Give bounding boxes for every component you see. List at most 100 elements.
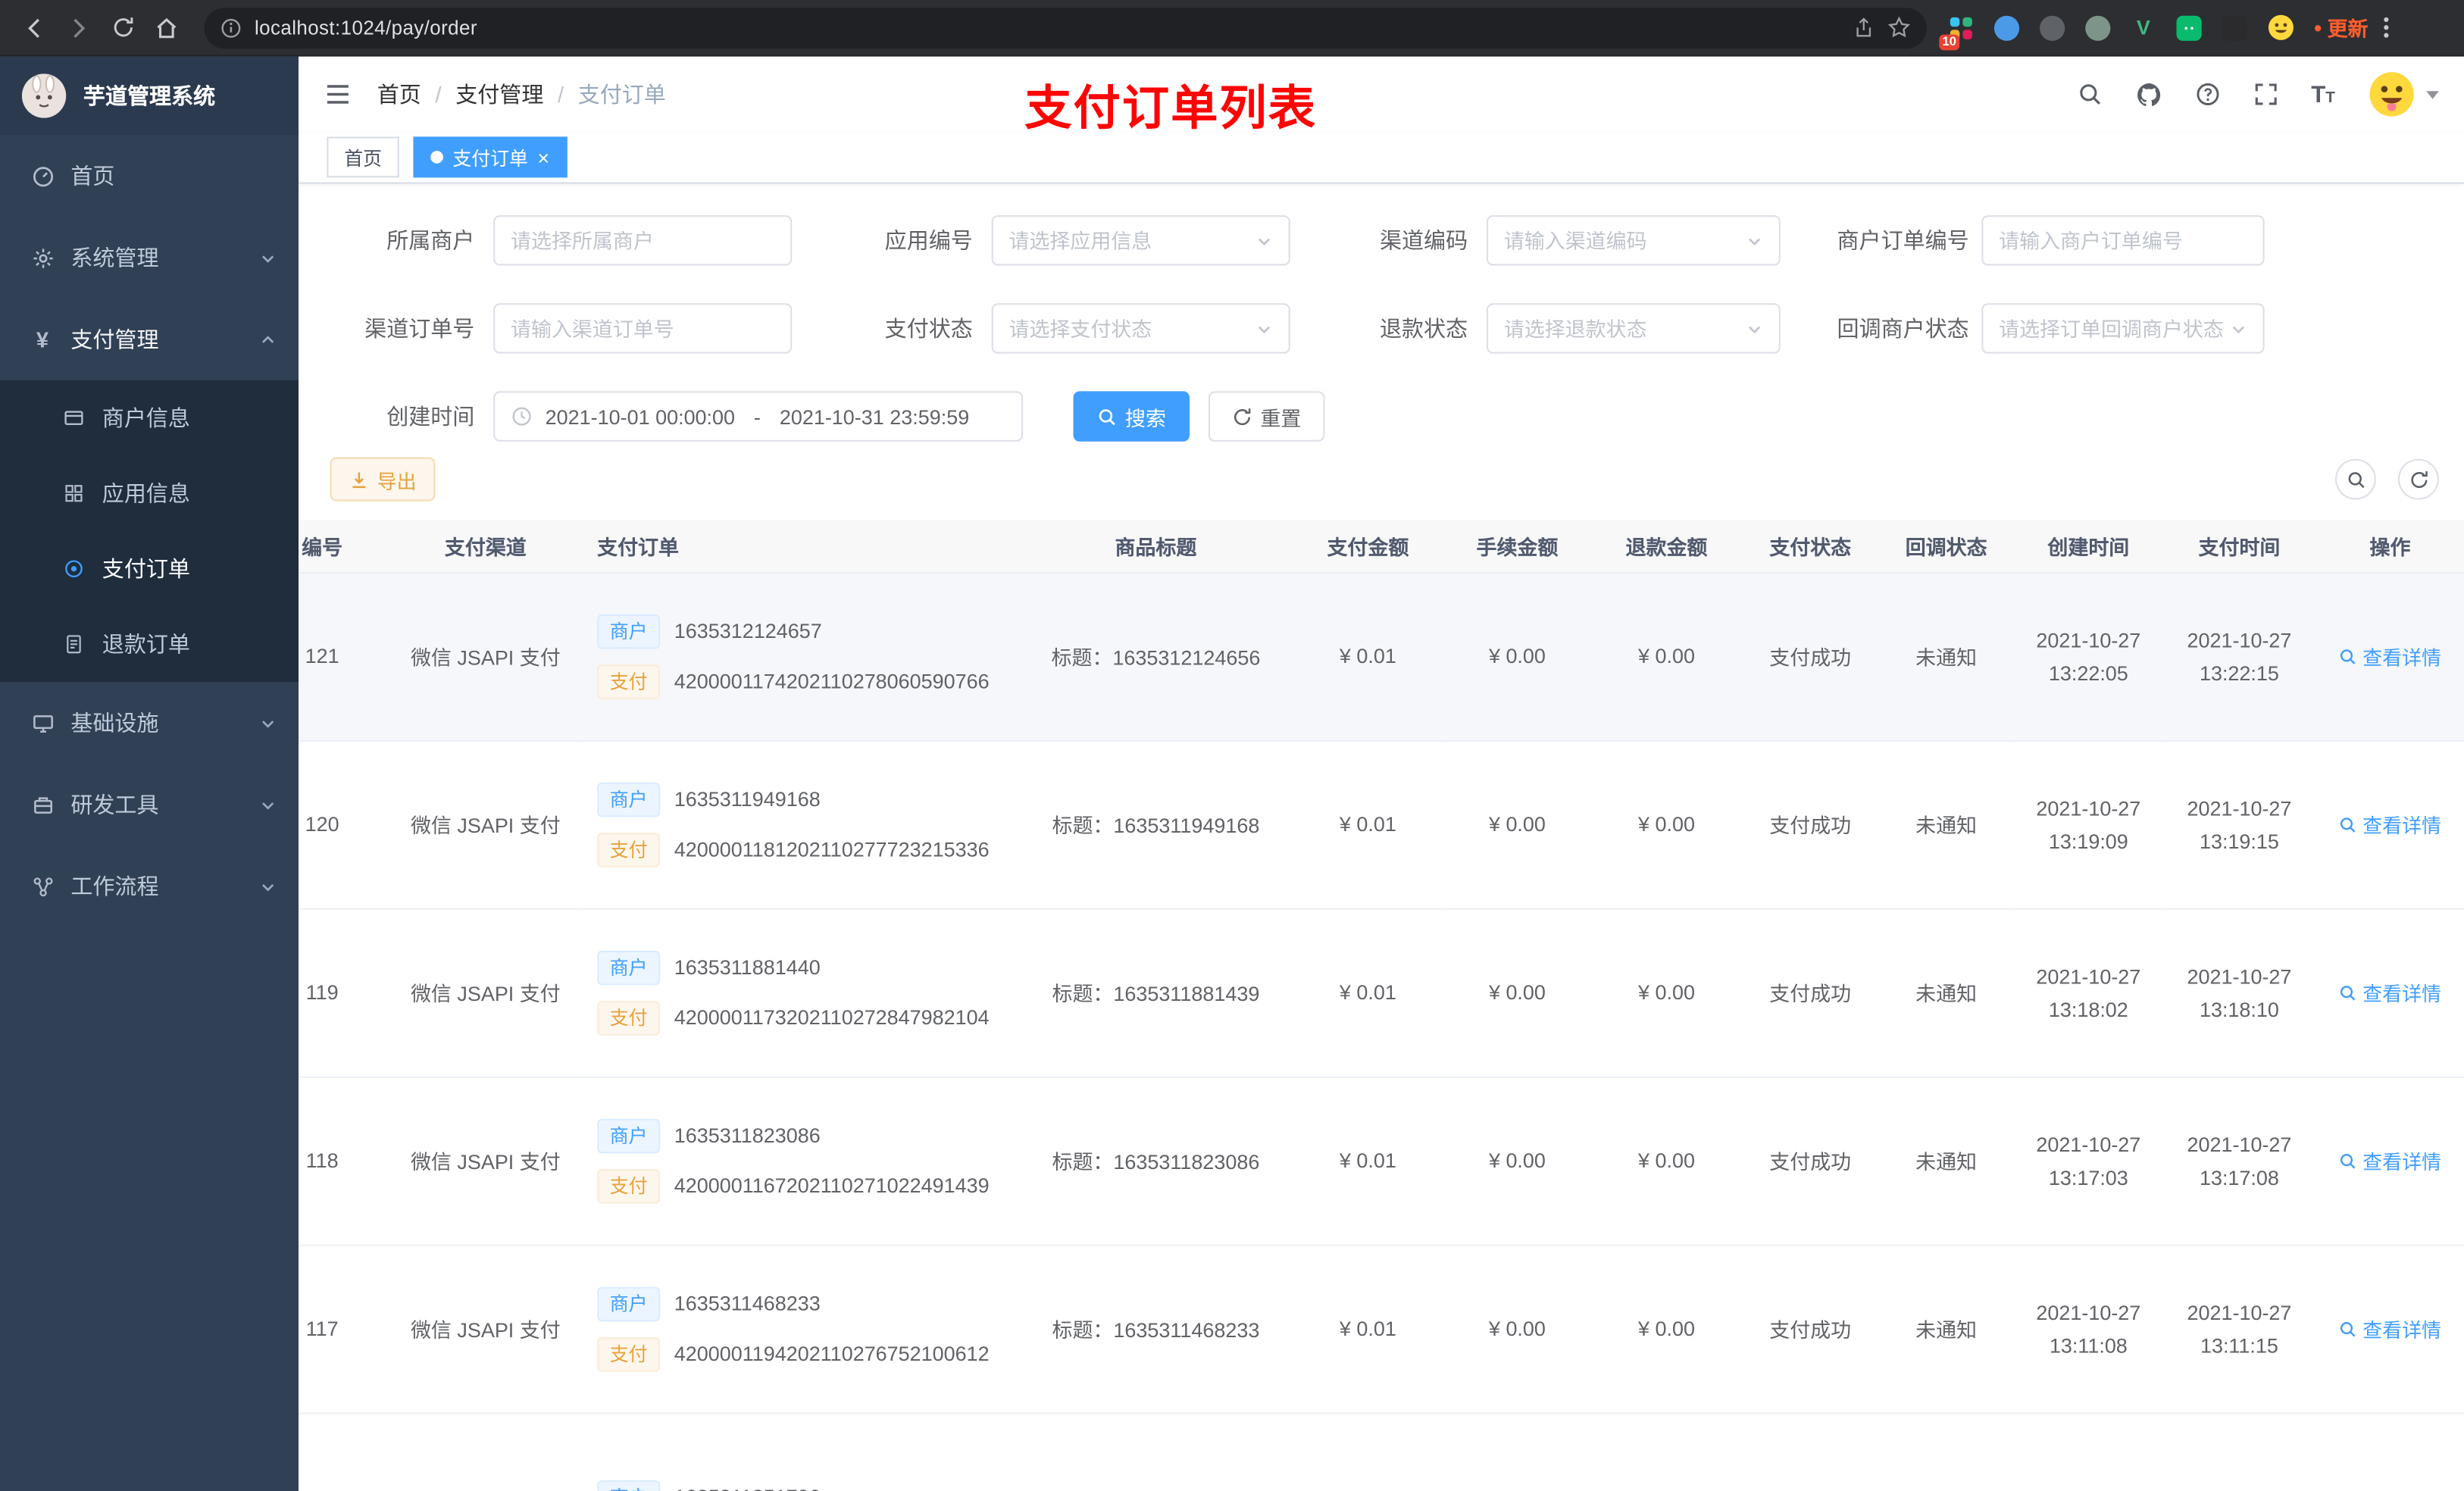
merchant-order-no-input[interactable] [1999,228,2247,252]
merchant-order-no-input-wrap[interactable] [1981,215,2265,266]
cell-create-time: 2021-10-27 13:17:03 [2012,1076,2164,1246]
search-icon[interactable] [2077,82,2102,107]
merchant-select[interactable] [493,215,793,266]
annotation-title: 支付订单列表 [1024,83,1318,136]
cell-refund: ¥ 0.00 [1591,1244,1741,1414]
extension-icon-vue[interactable]: V [2128,12,2159,43]
browser-forward-icon[interactable] [57,5,101,49]
cell-status: 支付成功 [1740,739,1880,909]
cell-pay-order: 商户 1635311823086 支付 42000011672021102710… [578,1076,1018,1246]
sidebar-item-pay-order[interactable]: 支付订单 [0,531,299,607]
table-row[interactable]: 117 微信 JSAPI 支付 商户 1635311468233 支付 4200… [299,1244,2464,1414]
fullscreen-icon[interactable] [2253,82,2278,107]
chevron-down-icon [259,877,277,895]
browser-menu-icon[interactable] [2384,17,2389,38]
cell-fee: ¥ 0.00 [1442,739,1592,909]
extension-icon-chat[interactable] [2173,12,2204,43]
sidebar-item-system[interactable]: 系统管理 [0,217,299,299]
reset-button[interactable]: 重置 [1208,391,1325,442]
sidebar-item-refund-order[interactable]: 退款订单 [0,607,299,683]
pay-order-no: 4200001174202110278060590766 [674,669,990,693]
extension-icon-emoji[interactable] [2265,12,2296,43]
table-row[interactable]: 119 微信 JSAPI 支付 商户 1635311881440 支付 4200… [299,908,2464,1077]
cell-fee: ¥ 0.00 [1442,571,1592,741]
browser-back-icon[interactable] [13,5,57,49]
table-row[interactable]: 118 微信 JSAPI 支付 商户 1635311823086 支付 4200… [299,1076,2464,1246]
extension-icon-2[interactable] [1991,12,2022,43]
font-size-icon[interactable]: TT [2311,81,2335,108]
merchant-order-no: 1635311881440 [674,955,821,980]
tab-home[interactable]: 首页 [327,136,399,178]
app-no-select[interactable] [991,215,1290,266]
cell-pay-order: 商户 1635311949168 支付 42000011812021102777… [578,739,1018,909]
toggle-search-icon[interactable] [2334,458,2376,500]
export-button[interactable]: 导出 [330,457,436,502]
url-text[interactable]: localhost:1024/pay/order [255,17,1840,39]
user-menu[interactable] [2369,70,2439,117]
refresh-table-icon[interactable] [2397,458,2439,500]
tab-pay-order[interactable]: 支付订单 × [413,136,567,178]
chevron-down-icon [1255,320,1273,337]
callback-status-select[interactable] [1981,303,2265,354]
site-info-icon[interactable] [220,17,242,39]
search-button[interactable]: 搜索 [1073,391,1190,442]
bookmark-star-icon[interactable] [1887,16,1911,39]
field-label: 商户订单编号 [1837,227,1969,253]
cell-id: 117 [299,1244,393,1414]
extension-icon-4[interactable] [2082,12,2113,43]
view-detail-link[interactable]: 查看详情 [2339,977,2441,1007]
close-tab-icon[interactable]: × [537,147,549,167]
view-detail-link[interactable]: 查看详情 [2339,641,2441,670]
app-logo-row[interactable]: 芋道管理系统 [0,56,299,136]
github-icon[interactable] [2135,81,2162,108]
channel-code-select[interactable] [1487,215,1781,266]
extension-icon-3[interactable] [2037,12,2068,43]
help-icon[interactable] [2195,82,2220,107]
clock-icon [511,405,533,427]
date-end[interactable]: 2021-10-31 23:59:59 [780,405,969,428]
extension-icon-1[interactable]: 10 [1939,12,1977,50]
magnifier-icon [2340,1153,2356,1168]
refund-status-select[interactable] [1487,303,1781,354]
sidebar-item-app-info[interactable]: 应用信息 [0,455,299,531]
extension-icon-dark[interactable] [2219,12,2250,43]
hamburger-icon[interactable] [324,80,352,108]
view-detail-link[interactable]: 查看详情 [2339,1146,2441,1175]
address-bar[interactable]: localhost:1024/pay/order [204,7,1927,48]
cell-amount: ¥ 0.01 [1293,1244,1443,1414]
browser-refresh-icon[interactable] [101,5,145,49]
pay-order-no: 4200001194202110276752100612 [674,1342,990,1366]
sidebar-item-infrastructure[interactable]: 基础设施 [0,682,299,764]
cell-title: 标题：1635311881439 [1018,908,1293,1077]
share-icon[interactable] [1853,17,1875,39]
sidebar-item-dev-tools[interactable]: 研发工具 [0,764,299,846]
table-row[interactable]: 120 微信 JSAPI 支付 商户 1635311949168 支付 4200… [299,739,2464,909]
browser-update-button[interactable]: 更新 [2315,13,2369,42]
pay-order-no: 4200001173202110272847982104 [674,1005,990,1030]
extensions-row: 10 V [1939,12,2297,50]
table-row-partial[interactable]: 商户 1635311351796 [299,1412,2464,1491]
channel-order-no-input-wrap[interactable] [493,303,793,354]
table-row[interactable]: 121 微信 JSAPI 支付 商户 1635312124657 支付 4200… [299,571,2464,741]
date-range-picker[interactable]: 2021-10-01 00:00:00 - 2021-10-31 23:59:5… [493,391,1024,442]
chevron-down-icon [2230,320,2247,337]
cell-create-time: 2021-10-27 13:22:05 [2012,571,2164,741]
sidebar-label: 支付管理 [70,327,159,352]
cell-channel: 微信 JSAPI 支付 [392,1076,579,1246]
cell-notify: 未通知 [1879,908,2013,1077]
view-detail-link[interactable]: 查看详情 [2339,1314,2441,1343]
sidebar-item-payment[interactable]: ¥ 支付管理 [0,299,299,380]
channel-order-no-input[interactable] [511,316,775,341]
sidebar-item-merchant-info[interactable]: 商户信息 [0,380,299,456]
view-detail-link[interactable]: 查看详情 [2339,809,2441,839]
pay-status-select[interactable] [991,303,1290,354]
cell-channel: 微信 JSAPI 支付 [392,908,579,1077]
merchant-input[interactable] [511,228,775,252]
sidebar-item-workflow[interactable]: 工作流程 [0,846,299,927]
breadcrumb-home[interactable]: 首页 [377,79,421,110]
breadcrumb-payment[interactable]: 支付管理 [455,79,543,110]
filter-channel-code: 渠道编码 [1340,215,1781,266]
browser-home-icon[interactable] [145,5,189,49]
sidebar-item-home[interactable]: 首页 [0,135,299,217]
date-start[interactable]: 2021-10-01 00:00:00 [546,405,735,428]
